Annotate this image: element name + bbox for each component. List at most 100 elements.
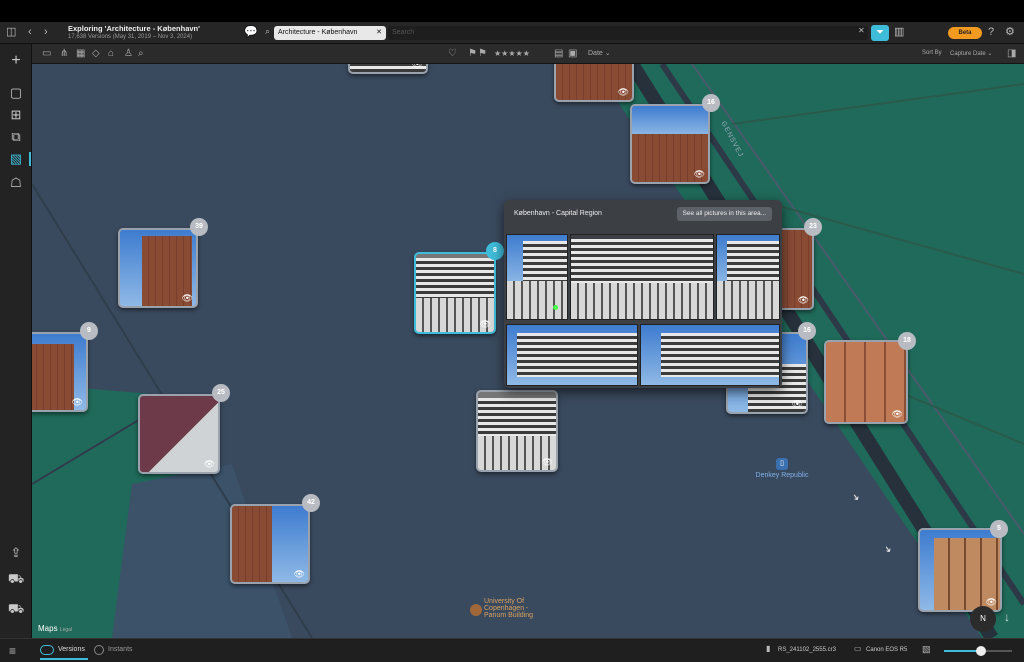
count-badge: 18 bbox=[898, 332, 916, 350]
comment-icon[interactable]: 💬 bbox=[244, 27, 258, 38]
find-people-icon[interactable]: ⌕ bbox=[138, 48, 144, 59]
bar-icon[interactable]: ▯ bbox=[776, 458, 788, 470]
eye-icon: 👁 bbox=[617, 87, 629, 97]
sort-value-select[interactable]: Capture Date ⌄ bbox=[950, 50, 992, 57]
poi-label[interactable]: Denkey Republic bbox=[742, 472, 822, 479]
top-bezel bbox=[0, 0, 1024, 22]
hierarchy-icon[interactable]: ⋔ bbox=[60, 48, 68, 59]
instants-icon[interactable] bbox=[94, 645, 104, 655]
photo-pin-top-right[interactable]: 👁 bbox=[554, 64, 634, 102]
attribution-text: Maps bbox=[38, 624, 58, 633]
folder-icon[interactable]: ⌂ bbox=[108, 48, 114, 59]
poi-label-university[interactable]: University Of Copenhagen - Panum Buildin… bbox=[484, 598, 544, 619]
instants-tab[interactable]: Instants bbox=[108, 646, 133, 653]
popover-photo[interactable] bbox=[570, 234, 714, 320]
map-view-icon[interactable]: ▧ bbox=[6, 150, 26, 168]
window-title: Exploring 'Architecture - København' bbox=[68, 24, 200, 33]
popover-photo[interactable] bbox=[640, 324, 780, 386]
compass[interactable]: N bbox=[970, 606, 996, 632]
back-icon[interactable]: ‹ bbox=[28, 27, 32, 38]
popover-photo[interactable] bbox=[506, 234, 568, 320]
sort-field-select[interactable]: Date ⌄ bbox=[588, 49, 611, 57]
zoom-slider-thumb[interactable] bbox=[976, 646, 986, 656]
photo-building bbox=[232, 506, 272, 582]
left-sidebar: + ▢ ⊞ ⧉ ▧ ☖ ⇪ ⛟ ⛟ bbox=[0, 44, 32, 638]
active-indicator bbox=[29, 152, 31, 166]
settings-icon[interactable]: ⚙ bbox=[1005, 27, 1015, 38]
photo-pin-selected[interactable]: 👁 bbox=[414, 252, 496, 334]
album-icon[interactable]: ⧉ bbox=[6, 128, 26, 146]
see-all-pictures-button[interactable]: See all pictures in this area... bbox=[676, 207, 772, 221]
eye-icon: 👁 bbox=[181, 293, 193, 303]
image-view-icon[interactable]: ▣ bbox=[568, 48, 577, 59]
photo-facade bbox=[727, 241, 779, 281]
eye-icon: 👁 bbox=[411, 64, 423, 69]
eye-icon: 👁 bbox=[71, 397, 83, 407]
photo-pin[interactable]: 👁 bbox=[918, 528, 1002, 612]
photo-facade bbox=[571, 239, 713, 283]
share-icon[interactable]: ⇪ bbox=[6, 544, 26, 562]
inspector-toggle-icon[interactable]: ◨ bbox=[1007, 48, 1016, 59]
photo-pin[interactable]: 👁 bbox=[824, 340, 908, 424]
legal-link[interactable]: Legal bbox=[60, 627, 72, 633]
search-input[interactable]: Search bbox=[388, 26, 868, 40]
tag-icon[interactable]: ◇ bbox=[92, 48, 100, 59]
clear-search-icon[interactable]: ✕ bbox=[858, 27, 865, 35]
map-canvas[interactable]: GENSVEJ 👁 👁 👁 16 👁 39 👁 9 👁 25 👁 42 👁 8 … bbox=[32, 64, 1024, 638]
search-icon: ⌕ bbox=[265, 26, 271, 36]
versions-tab[interactable]: Versions bbox=[58, 646, 85, 653]
heart-icon[interactable]: ♡ bbox=[448, 48, 457, 59]
eye-icon: 👁 bbox=[293, 569, 305, 579]
person-icon[interactable]: ♙ bbox=[124, 48, 133, 59]
photo-sky bbox=[632, 106, 708, 136]
photo-pin[interactable]: 👁 bbox=[32, 332, 88, 412]
count-badge: 9 bbox=[80, 322, 98, 340]
single-view-icon[interactable]: ▢ bbox=[6, 84, 26, 102]
forward-icon[interactable]: › bbox=[44, 27, 48, 38]
pitch-icon[interactable]: ↓ bbox=[1004, 610, 1010, 624]
flag-icon[interactable]: ⚑ bbox=[468, 48, 477, 59]
beta-badge[interactable]: Beta bbox=[948, 27, 982, 39]
export-icon[interactable]: ⛟ bbox=[6, 600, 26, 618]
menu-icon[interactable]: ≡ bbox=[9, 645, 16, 657]
photo-pin[interactable]: 👁 bbox=[138, 394, 220, 474]
popover-photo[interactable] bbox=[506, 324, 638, 386]
histogram-icon[interactable]: ▥ bbox=[894, 27, 904, 38]
help-icon[interactable]: ? bbox=[988, 27, 994, 38]
search-placeholder: Search bbox=[392, 29, 415, 36]
versions-toggle-icon[interactable] bbox=[40, 645, 54, 655]
remove-token-icon[interactable]: ✕ bbox=[376, 26, 382, 40]
import-icon[interactable]: ⛟ bbox=[6, 570, 26, 588]
zoom-slider[interactable] bbox=[944, 646, 1012, 656]
people-view-icon[interactable]: ☖ bbox=[6, 174, 26, 192]
photo-pin[interactable]: 👁 bbox=[630, 104, 710, 184]
reject-flag-icon[interactable]: ⚑ bbox=[478, 48, 487, 59]
search-token[interactable]: Architecture - København ✕ bbox=[274, 26, 386, 40]
camera-icon: ▭ bbox=[854, 644, 862, 653]
filter-icon[interactable]: ⏷ bbox=[871, 25, 889, 41]
rating-stars[interactable]: ★★★★★ bbox=[494, 49, 530, 58]
photo-pin-top[interactable]: 👁 bbox=[348, 64, 428, 74]
photo-pin[interactable]: 👁 bbox=[476, 390, 558, 472]
eye-icon: 👁 bbox=[797, 295, 809, 305]
grid-icon[interactable]: ⊞ bbox=[6, 106, 26, 124]
eye-icon: 👁 bbox=[791, 399, 803, 409]
title-bar: ◫ ‹ › Exploring 'Architecture - Københav… bbox=[0, 22, 1024, 44]
versions-underline bbox=[40, 658, 88, 660]
eye-icon: 👁 bbox=[203, 459, 215, 469]
add-icon[interactable]: + bbox=[6, 52, 26, 70]
university-icon[interactable] bbox=[470, 604, 482, 616]
popover-photo[interactable] bbox=[716, 234, 780, 320]
zoom-slider-fill bbox=[944, 650, 980, 652]
photo-pin[interactable]: 👁 bbox=[230, 504, 310, 584]
sort-field-label: Date bbox=[588, 50, 603, 57]
photo-facade bbox=[478, 398, 556, 436]
browser-icon[interactable]: ▭ bbox=[42, 48, 51, 59]
map-mode-icon[interactable]: ▧ bbox=[922, 645, 931, 654]
file-icon: ▮ bbox=[766, 644, 771, 653]
photo-ground bbox=[571, 283, 713, 319]
grid-view-icon[interactable]: ▤ bbox=[554, 48, 563, 59]
sidebar-toggle-icon[interactable]: ◫ bbox=[6, 27, 16, 38]
calendar-icon[interactable]: ▦ bbox=[76, 48, 85, 59]
photo-pin[interactable]: 👁 bbox=[118, 228, 198, 308]
